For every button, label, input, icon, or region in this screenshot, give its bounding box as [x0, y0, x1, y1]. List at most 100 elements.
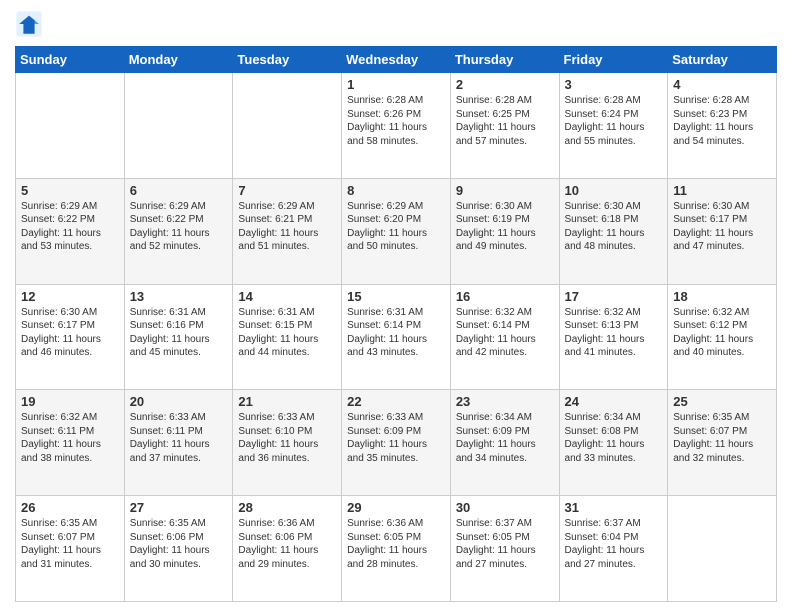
day-number: 24: [565, 394, 663, 409]
calendar-cell: 12 Sunrise: 6:30 AM Sunset: 6:17 PM Dayli…: [16, 284, 125, 390]
calendar-cell: 5 Sunrise: 6:29 AM Sunset: 6:22 PM Daylig…: [16, 178, 125, 284]
col-wednesday: Wednesday: [342, 47, 451, 73]
day-info: Sunrise: 6:28 AM Sunset: 6:24 PM Dayligh…: [565, 94, 663, 148]
calendar-cell: 20 Sunrise: 6:33 AM Sunset: 6:11 PM Dayli…: [124, 390, 233, 496]
day-number: 3: [565, 77, 663, 92]
logo: [15, 10, 47, 38]
day-info: Sunrise: 6:35 AM Sunset: 6:06 PM Dayligh…: [130, 517, 228, 571]
calendar-cell: 18 Sunrise: 6:32 AM Sunset: 6:12 PM Dayli…: [668, 284, 777, 390]
page: Sunday Monday Tuesday Wednesday Thursday…: [0, 0, 792, 612]
day-number: 19: [21, 394, 119, 409]
col-sunday: Sunday: [16, 47, 125, 73]
day-info: Sunrise: 6:33 AM Sunset: 6:11 PM Dayligh…: [130, 411, 228, 465]
day-number: 28: [238, 500, 336, 515]
day-info: Sunrise: 6:29 AM Sunset: 6:22 PM Dayligh…: [130, 200, 228, 254]
calendar-cell: [233, 73, 342, 179]
day-info: Sunrise: 6:34 AM Sunset: 6:09 PM Dayligh…: [456, 411, 554, 465]
day-number: 20: [130, 394, 228, 409]
calendar-cell: 10Sunrise: 6:30 AM Sunset: 6:18 PM Dayli…: [559, 178, 668, 284]
calendar-cell: 21 Sunrise: 6:33 AM Sunset: 6:10 PM Dayli…: [233, 390, 342, 496]
day-number: 31: [565, 500, 663, 515]
day-number: 18: [673, 289, 771, 304]
day-info: Sunrise: 6:32 AM Sunset: 6:11 PM Dayligh…: [21, 411, 119, 465]
calendar-cell: 13 Sunrise: 6:31 AM Sunset: 6:16 PM Dayli…: [124, 284, 233, 390]
calendar-cell: 6 Sunrise: 6:29 AM Sunset: 6:22 PM Daylig…: [124, 178, 233, 284]
day-info: Sunrise: 6:28 AM Sunset: 6:23 PM Dayligh…: [673, 94, 771, 148]
calendar-cell: 2Sunrise: 6:28 AM Sunset: 6:25 PM Daylig…: [450, 73, 559, 179]
day-number: 5: [21, 183, 119, 198]
col-tuesday: Tuesday: [233, 47, 342, 73]
calendar-week-row: 5 Sunrise: 6:29 AM Sunset: 6:22 PM Daylig…: [16, 178, 777, 284]
day-info: Sunrise: 6:36 AM Sunset: 6:06 PM Dayligh…: [238, 517, 336, 571]
day-number: 22: [347, 394, 445, 409]
logo-icon: [15, 10, 43, 38]
calendar-cell: 26 Sunrise: 6:35 AM Sunset: 6:07 PM Dayli…: [16, 496, 125, 602]
day-info: Sunrise: 6:33 AM Sunset: 6:10 PM Dayligh…: [238, 411, 336, 465]
day-info: Sunrise: 6:31 AM Sunset: 6:14 PM Dayligh…: [347, 306, 445, 360]
day-number: 15: [347, 289, 445, 304]
day-info: Sunrise: 6:33 AM Sunset: 6:09 PM Dayligh…: [347, 411, 445, 465]
calendar-week-row: 1Sunrise: 6:28 AM Sunset: 6:26 PM Daylig…: [16, 73, 777, 179]
calendar-cell: 17 Sunrise: 6:32 AM Sunset: 6:13 PM Dayli…: [559, 284, 668, 390]
day-info: Sunrise: 6:37 AM Sunset: 6:05 PM Dayligh…: [456, 517, 554, 571]
calendar-cell: 1Sunrise: 6:28 AM Sunset: 6:26 PM Daylig…: [342, 73, 451, 179]
calendar-cell: 3 Sunrise: 6:28 AM Sunset: 6:24 PM Daylig…: [559, 73, 668, 179]
day-number: 14: [238, 289, 336, 304]
day-info: Sunrise: 6:30 AM Sunset: 6:17 PM Dayligh…: [21, 306, 119, 360]
calendar-header-row: Sunday Monday Tuesday Wednesday Thursday…: [16, 47, 777, 73]
day-number: 17: [565, 289, 663, 304]
calendar-cell: 27 Sunrise: 6:35 AM Sunset: 6:06 PM Dayli…: [124, 496, 233, 602]
calendar-cell: 31 Sunrise: 6:37 AM Sunset: 6:04 PM Dayli…: [559, 496, 668, 602]
calendar-cell: 24 Sunrise: 6:34 AM Sunset: 6:08 PM Dayli…: [559, 390, 668, 496]
calendar-cell: [668, 496, 777, 602]
calendar-cell: 4 Sunrise: 6:28 AM Sunset: 6:23 PM Daylig…: [668, 73, 777, 179]
day-number: 27: [130, 500, 228, 515]
day-info: Sunrise: 6:30 AM Sunset: 6:18 PM Dayligh…: [565, 200, 663, 254]
day-number: 6: [130, 183, 228, 198]
calendar-cell: 29Sunrise: 6:36 AM Sunset: 6:05 PM Dayli…: [342, 496, 451, 602]
calendar-cell: 9Sunrise: 6:30 AM Sunset: 6:19 PM Daylig…: [450, 178, 559, 284]
day-info: Sunrise: 6:30 AM Sunset: 6:17 PM Dayligh…: [673, 200, 771, 254]
calendar-cell: 15 Sunrise: 6:31 AM Sunset: 6:14 PM Dayli…: [342, 284, 451, 390]
day-info: Sunrise: 6:34 AM Sunset: 6:08 PM Dayligh…: [565, 411, 663, 465]
col-thursday: Thursday: [450, 47, 559, 73]
day-number: 11: [673, 183, 771, 198]
day-info: Sunrise: 6:35 AM Sunset: 6:07 PM Dayligh…: [673, 411, 771, 465]
calendar-week-row: 26 Sunrise: 6:35 AM Sunset: 6:07 PM Dayli…: [16, 496, 777, 602]
day-info: Sunrise: 6:30 AM Sunset: 6:19 PM Dayligh…: [456, 200, 554, 254]
day-info: Sunrise: 6:31 AM Sunset: 6:15 PM Dayligh…: [238, 306, 336, 360]
day-number: 12: [21, 289, 119, 304]
day-info: Sunrise: 6:32 AM Sunset: 6:12 PM Dayligh…: [673, 306, 771, 360]
day-number: 4: [673, 77, 771, 92]
day-number: 29: [347, 500, 445, 515]
day-info: Sunrise: 6:29 AM Sunset: 6:22 PM Dayligh…: [21, 200, 119, 254]
day-info: Sunrise: 6:29 AM Sunset: 6:20 PM Dayligh…: [347, 200, 445, 254]
calendar-cell: 7 Sunrise: 6:29 AM Sunset: 6:21 PM Daylig…: [233, 178, 342, 284]
day-info: Sunrise: 6:37 AM Sunset: 6:04 PM Dayligh…: [565, 517, 663, 571]
calendar-table: Sunday Monday Tuesday Wednesday Thursday…: [15, 46, 777, 602]
day-number: 26: [21, 500, 119, 515]
calendar-cell: 19 Sunrise: 6:32 AM Sunset: 6:11 PM Dayli…: [16, 390, 125, 496]
calendar-cell: 8Sunrise: 6:29 AM Sunset: 6:20 PM Daylig…: [342, 178, 451, 284]
calendar-cell: [124, 73, 233, 179]
day-number: 25: [673, 394, 771, 409]
day-number: 7: [238, 183, 336, 198]
day-number: 13: [130, 289, 228, 304]
day-info: Sunrise: 6:31 AM Sunset: 6:16 PM Dayligh…: [130, 306, 228, 360]
calendar-cell: 25 Sunrise: 6:35 AM Sunset: 6:07 PM Dayli…: [668, 390, 777, 496]
calendar-week-row: 12 Sunrise: 6:30 AM Sunset: 6:17 PM Dayli…: [16, 284, 777, 390]
calendar-cell: 30Sunrise: 6:37 AM Sunset: 6:05 PM Dayli…: [450, 496, 559, 602]
day-info: Sunrise: 6:29 AM Sunset: 6:21 PM Dayligh…: [238, 200, 336, 254]
calendar-cell: 16 Sunrise: 6:32 AM Sunset: 6:14 PM Dayli…: [450, 284, 559, 390]
day-info: Sunrise: 6:35 AM Sunset: 6:07 PM Dayligh…: [21, 517, 119, 571]
day-number: 23: [456, 394, 554, 409]
calendar-cell: 11 Sunrise: 6:30 AM Sunset: 6:17 PM Dayli…: [668, 178, 777, 284]
day-info: Sunrise: 6:32 AM Sunset: 6:13 PM Dayligh…: [565, 306, 663, 360]
calendar-week-row: 19 Sunrise: 6:32 AM Sunset: 6:11 PM Dayli…: [16, 390, 777, 496]
day-info: Sunrise: 6:32 AM Sunset: 6:14 PM Dayligh…: [456, 306, 554, 360]
day-number: 21: [238, 394, 336, 409]
header: [15, 10, 777, 38]
day-info: Sunrise: 6:28 AM Sunset: 6:25 PM Dayligh…: [456, 94, 554, 148]
day-number: 16: [456, 289, 554, 304]
calendar-cell: 23 Sunrise: 6:34 AM Sunset: 6:09 PM Dayli…: [450, 390, 559, 496]
